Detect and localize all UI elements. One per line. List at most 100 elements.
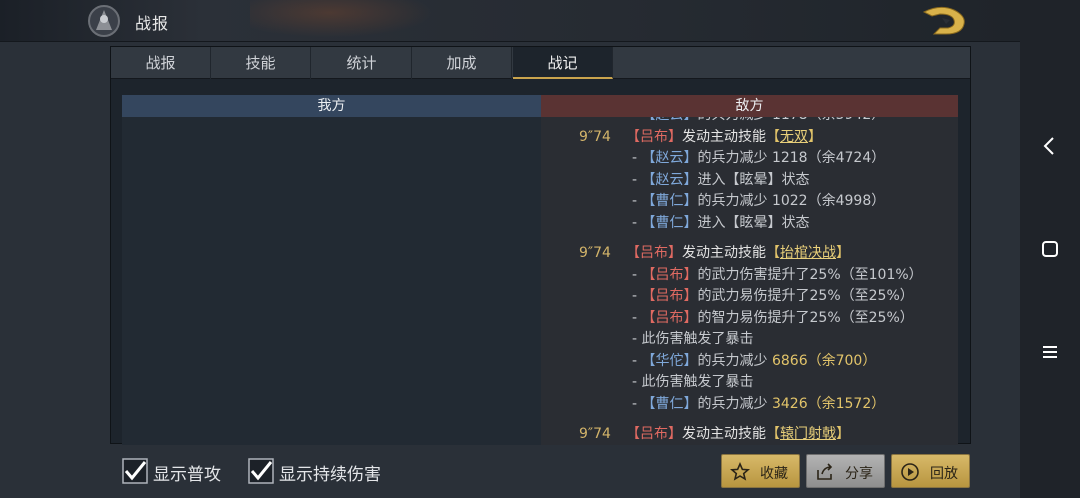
tab-battle-log[interactable]: 战记: [513, 47, 613, 79]
log-fragment: 发动主动技能: [682, 245, 766, 261]
favorite-button[interactable]: 收藏: [721, 454, 800, 488]
battle-report-panel: 战报 技能 统计 加成 战记 - 【赵云】的兵力减少 1178（余5942）9″…: [110, 46, 971, 445]
log-text: - 【曹仁】的兵力减少 1022（余4998）: [632, 191, 885, 213]
log-time: 9″74: [579, 245, 611, 261]
log-fragment: - 此伤害触发了暴击: [632, 374, 754, 390]
log-text: - 【吕布】的武力伤害提升了25%（至101%）: [632, 265, 923, 287]
log-text: - 此伤害触发了暴击: [632, 329, 754, 351]
log-fragment: 6866（余700）: [771, 352, 877, 369]
star-icon: [730, 462, 750, 481]
log-fragment: -: [632, 117, 642, 123]
enemy-column[interactable]: - 【赵云】的兵力减少 1178（余5942）9″74【吕布】发动主动技能【无双…: [541, 117, 958, 445]
log-fragment: -: [632, 309, 642, 326]
log-fragment: 的兵力减少 1218（余4724）: [697, 150, 886, 166]
log-fragment: 【吕布】: [626, 245, 682, 261]
log-fragment: 的武力易伤提升了25%（至25%）: [697, 288, 914, 304]
log-fragment: 【: [766, 128, 780, 145]
log-fragment: 【吕布】: [626, 426, 682, 442]
log-fragment: 【赵云】: [641, 171, 698, 188]
log-fragment: 的兵力减少 1022（余4998）: [697, 193, 886, 209]
log-text: - 【赵云】的兵力减少 1178（余5942）: [632, 117, 885, 127]
play-icon: [901, 463, 919, 481]
menu-lines-icon[interactable]: [1038, 340, 1062, 364]
tab-statistics[interactable]: 统计: [312, 47, 412, 79]
log-fragment: 【曹仁】: [641, 193, 698, 209]
log-effect-line: - 【赵云】进入【眩晕】状态: [541, 170, 958, 192]
log-fragment: 【曹仁】: [641, 214, 698, 231]
checkmark-icon: [122, 458, 148, 484]
log-fragment: -: [632, 395, 642, 412]
log-fragment: 的兵力减少 1178（余5942）: [698, 117, 886, 123]
enemy-header: 敌方: [541, 95, 958, 117]
log-fragment: 进入【眩晕】状态: [697, 214, 810, 231]
ember-decoration: [250, 0, 450, 42]
log-fragment: 【: [766, 426, 780, 442]
system-nav-bar: [1020, 0, 1080, 498]
log-fragment: 【华佗】: [641, 352, 698, 369]
log-text: - 【华佗】的兵力减少 6866（余700）: [632, 351, 876, 373]
log-text: 【吕布】发动主动技能【辕门射戟】: [626, 424, 850, 445]
ally-column: [122, 117, 541, 445]
tab-skills[interactable]: 技能: [211, 47, 311, 79]
log-fragment: -: [632, 288, 642, 304]
log-fragment: 】: [836, 426, 850, 442]
show-dot-checkbox[interactable]: 显示持续伤害: [248, 458, 398, 485]
home-square-icon[interactable]: [1038, 237, 1062, 261]
log-fragment: -: [632, 266, 642, 283]
replay-label: 回放: [930, 466, 958, 482]
top-bar: 战报: [0, 0, 1020, 42]
log-effect-line: - 【吕布】的武力伤害提升了25%（至101%）: [541, 265, 958, 287]
log-fragment: 发动主动技能: [682, 426, 766, 442]
log-skill-line: 9″74 【吕布】发动主动技能【抬棺决战】: [541, 243, 958, 265]
skill-link[interactable]: 抬棺决战: [780, 245, 836, 261]
log-effect-line: - 【华佗】的兵力减少 6866（余700）: [541, 351, 958, 373]
share-icon: [817, 463, 833, 480]
skill-link[interactable]: 辕门射戟: [780, 426, 836, 442]
show-dot-label: 显示持续伤害: [279, 465, 381, 485]
log-fragment: 【吕布】: [641, 309, 698, 326]
log-fragment: - 此伤害触发了暴击: [632, 331, 754, 347]
log-fragment: 】: [836, 245, 850, 261]
share-label: 分享: [845, 466, 873, 482]
skill-link[interactable]: 无双: [780, 129, 808, 145]
log-fragment: 【曹仁】: [641, 395, 698, 412]
share-button[interactable]: 分享: [806, 454, 885, 488]
log-fragment: 的兵力减少: [697, 352, 772, 369]
tab-battle-report[interactable]: 战报: [111, 47, 211, 79]
back-arrow-icon[interactable]: [1038, 134, 1062, 158]
log-text: - 【赵云】的兵力减少 1218（余4724）: [632, 148, 885, 170]
favorite-label: 收藏: [760, 466, 788, 482]
log-fragment: -: [632, 171, 642, 188]
log-fragment: 的智力易伤提升了25%（至25%）: [697, 309, 914, 326]
dragon-logo-icon[interactable]: [920, 4, 970, 38]
log-text: - 此伤害触发了暴击: [632, 372, 754, 394]
log-fragment: 】: [808, 128, 822, 145]
log-fragment: 【吕布】: [641, 266, 698, 283]
log-time: 9″74: [579, 128, 611, 145]
log-text: - 【吕布】的武力易伤提升了25%（至25%）: [632, 286, 914, 308]
log-effect-line: - 【曹仁】进入【眩晕】状态: [541, 213, 958, 235]
log-text: - 【曹仁】的兵力减少 3426（余1572）: [632, 394, 885, 416]
show-normal-attack-checkbox[interactable]: 显示普攻: [122, 458, 232, 485]
log-text: 【吕布】发动主动技能【抬棺决战】: [626, 243, 850, 265]
replay-button[interactable]: 回放: [891, 454, 970, 488]
warrior-emblem-icon[interactable]: [86, 2, 122, 40]
show-normal-attack-label: 显示普攻: [153, 465, 221, 485]
log-text: - 【曹仁】进入【眩晕】状态: [632, 213, 810, 235]
tab-bar: 战报 技能 统计 加成 战记: [111, 47, 970, 79]
log-fragment: 进入【眩晕】状态: [697, 171, 810, 188]
log-time: 9″74: [579, 426, 611, 442]
tab-bonus[interactable]: 加成: [412, 47, 512, 79]
log-fragment: 的武力伤害提升了25%（至101%）: [697, 266, 923, 283]
page-title: 战报: [135, 14, 170, 33]
log-fragment: -: [632, 193, 642, 209]
log-fragment: 发动主动技能: [682, 128, 766, 145]
log-skill-line: 9″74 【吕布】发动主动技能【无双】: [541, 127, 958, 149]
log-effect-line: - 此伤害触发了暴击: [541, 329, 958, 351]
log-fragment: -: [632, 150, 642, 166]
log-effect-line: - 【赵云】的兵力减少 1178（余5942）: [541, 117, 958, 127]
log-fragment: 【赵云】: [642, 117, 698, 123]
log-fragment: 【赵云】: [641, 150, 698, 166]
log-effect-line: - 【吕布】的武力易伤提升了25%（至25%）: [541, 286, 958, 308]
log-effect-line: - 【赵云】的兵力减少 1218（余4724）: [541, 148, 958, 170]
